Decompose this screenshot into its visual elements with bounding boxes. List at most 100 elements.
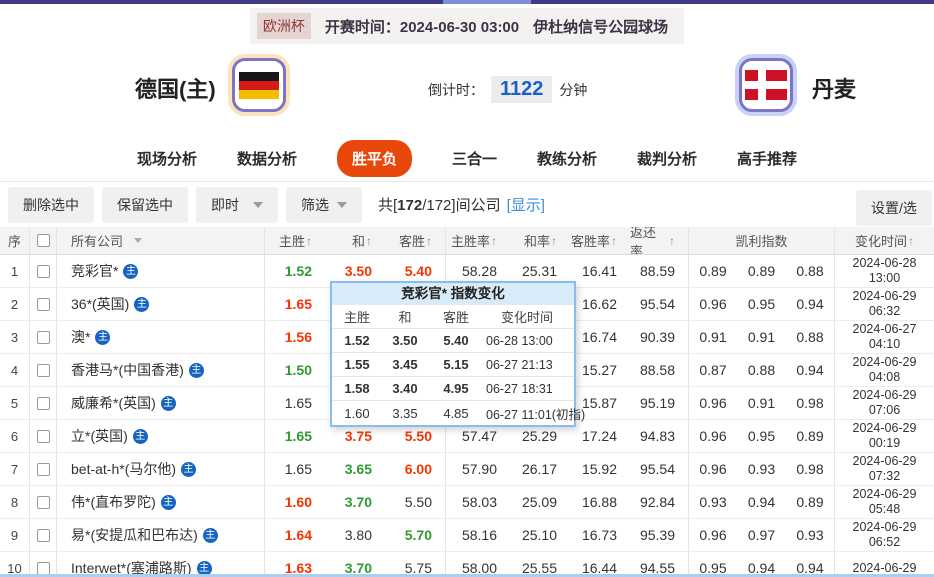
rate-return-cell: 88.59 (630, 255, 689, 287)
company-cell[interactable]: 立*(英国)主 (57, 420, 265, 452)
keep-selected-button[interactable]: 保留选中 (102, 187, 188, 223)
tab-expert-recommend[interactable]: 高手推荐 (737, 148, 797, 169)
rate-away-cell: 15.92 (570, 453, 630, 485)
header-change-time[interactable]: 变化时间↑ (835, 227, 934, 254)
sort-up-icon: ↑ (366, 234, 372, 248)
header-odds-draw[interactable]: 和↑ (325, 227, 385, 254)
odds-home-cell[interactable]: 1.56 (265, 321, 325, 353)
seq-cell: 1 (0, 255, 30, 287)
show-link[interactable]: [显示] (507, 197, 545, 214)
tab-three-in-one[interactable]: 三合一 (452, 148, 497, 169)
host-badge-icon: 主 (203, 528, 218, 543)
sort-up-icon: ↑ (306, 234, 312, 248)
popup-odds-draw: 3.35 (382, 406, 428, 421)
kelly-cell: 0.93 (786, 519, 835, 551)
table-row: 7bet-at-h*(马尔他)主1.653.656.0057.9026.1715… (0, 453, 934, 486)
odds-value: 5.70 (405, 527, 432, 543)
company-cell[interactable]: 竞彩官*主 (57, 255, 265, 287)
header-rate-return[interactable]: 返还率↑ (630, 227, 689, 254)
kelly-cell: 0.93 (737, 453, 786, 485)
tab-live-analysis[interactable]: 现场分析 (137, 148, 197, 169)
header-odds-home[interactable]: 主胜↑ (265, 227, 325, 254)
checkbox-cell (30, 321, 57, 353)
header-company[interactable]: 所有公司 (57, 227, 265, 254)
row-checkbox[interactable] (37, 496, 50, 509)
header-kelly: 凯利指数 (689, 227, 835, 254)
kelly-cell: 0.98 (786, 453, 835, 485)
row-checkbox[interactable] (37, 562, 50, 575)
odds-draw-cell[interactable]: 3.65 (325, 453, 385, 485)
popup-row: 1.583.404.9506-27 18:31 (332, 377, 574, 401)
odds-draw-cell[interactable]: 3.80 (325, 519, 385, 551)
company-cell[interactable]: 伟*(直布罗陀)主 (57, 486, 265, 518)
company-cell[interactable]: 香港马*(中国香港)主 (57, 354, 265, 386)
row-checkbox[interactable] (37, 463, 50, 476)
odds-draw-cell[interactable]: 3.70 (325, 486, 385, 518)
company-cell[interactable]: bet-at-h*(马尔他)主 (57, 453, 265, 485)
row-checkbox[interactable] (37, 364, 50, 377)
odds-value: 1.65 (285, 428, 312, 444)
row-checkbox[interactable] (37, 265, 50, 278)
checkbox-cell (30, 420, 57, 452)
kelly-cell: 0.94 (737, 486, 786, 518)
popup-header-row: 主胜 和 客胜 变化时间 (332, 305, 574, 329)
tab-coach-analysis[interactable]: 教练分析 (537, 148, 597, 169)
odds-home-cell[interactable]: 1.65 (265, 387, 325, 419)
change-time-cell: 2024-06-2813:00 (835, 255, 934, 287)
header-rate-away[interactable]: 客胜率↑ (570, 227, 630, 254)
odds-away-cell[interactable]: 5.70 (385, 519, 446, 551)
tab-referee-analysis[interactable]: 裁判分析 (637, 148, 697, 169)
row-checkbox[interactable] (37, 331, 50, 344)
odds-value: 1.64 (285, 527, 312, 543)
kelly-cell: 0.88 (786, 321, 835, 353)
seq-cell: 3 (0, 321, 30, 353)
rate-away-cell: 15.27 (570, 354, 630, 386)
company-cell[interactable]: 易*(安提瓜和巴布达)主 (57, 519, 265, 551)
seq-cell: 6 (0, 420, 30, 452)
row-checkbox[interactable] (37, 529, 50, 542)
odds-history-popup: 竞彩官* 指数变化 主胜 和 客胜 变化时间 1.523.505.4006-28… (330, 281, 576, 427)
host-badge-icon: 主 (189, 363, 204, 378)
select-all-checkbox[interactable] (37, 234, 50, 247)
change-time: 07:32 (869, 469, 900, 484)
table-row: 8伟*(直布罗陀)主1.603.705.5058.0325.0916.8892.… (0, 486, 934, 519)
odds-away-cell[interactable]: 6.00 (385, 453, 446, 485)
kelly-cell: 0.96 (689, 288, 737, 320)
company-cell[interactable]: 威廉希*(英国)主 (57, 387, 265, 419)
change-date: 2024-06-27 (853, 322, 917, 337)
chevron-down-icon (134, 238, 142, 243)
company-cell[interactable]: 澳*主 (57, 321, 265, 353)
odds-home-cell[interactable]: 1.65 (265, 420, 325, 452)
odds-away-cell[interactable]: 5.50 (385, 486, 446, 518)
header-select-all[interactable] (30, 227, 57, 254)
sort-up-icon: ↑ (611, 234, 617, 248)
odds-home-cell[interactable]: 1.64 (265, 519, 325, 551)
tab-win-draw-lose[interactable]: 胜平负 (337, 140, 412, 177)
rate-away-cell: 16.73 (570, 519, 630, 551)
settings-button[interactable]: 设置/选 (856, 190, 932, 226)
realtime-dropdown[interactable]: 即时 (196, 187, 278, 223)
delete-selected-button[interactable]: 删除选中 (8, 187, 94, 223)
header-rate-home[interactable]: 主胜率↑ (446, 227, 510, 254)
odds-home-cell[interactable]: 1.52 (265, 255, 325, 287)
sort-up-icon: ↑ (491, 234, 497, 248)
odds-value: 3.50 (345, 263, 372, 279)
row-checkbox[interactable] (37, 397, 50, 410)
sort-up-icon: ↑ (669, 234, 675, 248)
tab-data-analysis[interactable]: 数据分析 (237, 148, 297, 169)
header-odds-away[interactable]: 客胜↑ (385, 227, 446, 254)
header-rate-draw[interactable]: 和率↑ (510, 227, 570, 254)
kelly-cell: 0.89 (786, 420, 835, 452)
rate-away-cell: 16.88 (570, 486, 630, 518)
filter-dropdown[interactable]: 筛选 (286, 187, 362, 223)
odds-home-cell[interactable]: 1.65 (265, 453, 325, 485)
odds-home-cell[interactable]: 1.65 (265, 288, 325, 320)
rate-return-cell: 95.54 (630, 288, 689, 320)
row-checkbox[interactable] (37, 298, 50, 311)
odds-home-cell[interactable]: 1.50 (265, 354, 325, 386)
odds-home-cell[interactable]: 1.60 (265, 486, 325, 518)
kelly-cell: 0.93 (689, 486, 737, 518)
popup-odds-home: 1.60 (332, 406, 382, 421)
company-cell[interactable]: 36*(英国)主 (57, 288, 265, 320)
row-checkbox[interactable] (37, 430, 50, 443)
